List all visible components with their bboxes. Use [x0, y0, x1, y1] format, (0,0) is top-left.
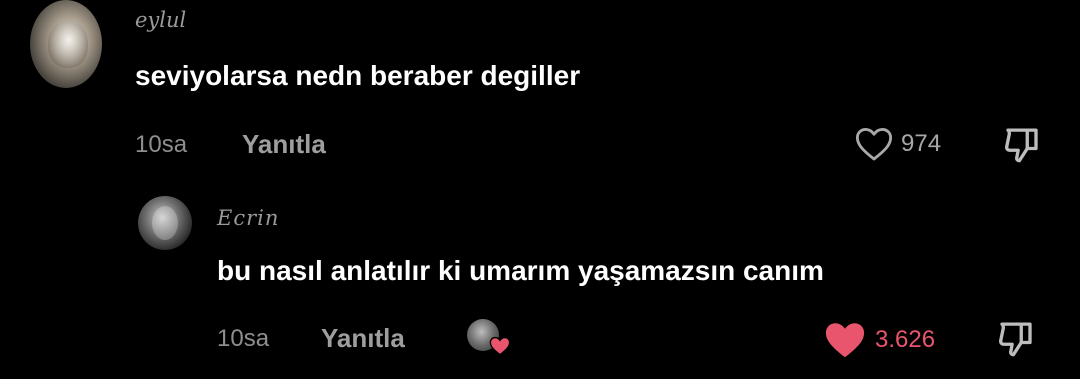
heart-outline-icon — [855, 128, 893, 161]
reply-like-count: 3.626 — [875, 326, 936, 353]
comment-text: seviyolarsa nedn beraber degiller — [135, 60, 581, 91]
like-count: 974 — [901, 130, 942, 157]
comment-username[interactable]: eylul — [135, 8, 186, 32]
comment-timestamp: 10sa — [135, 131, 188, 158]
reply-text: bu nasıl anlatılır ki umarım yaşamazsın … — [217, 255, 824, 286]
reply-button[interactable]: Yanıtla — [242, 129, 326, 160]
liked-by-creator-badge — [467, 319, 513, 359]
avatar[interactable] — [30, 0, 102, 88]
thumbs-down-icon[interactable] — [995, 318, 1037, 360]
like-button[interactable]: 974 — [855, 126, 941, 162]
reply-timestamp: 10sa — [217, 325, 270, 352]
comment-thread: eylul seviyolarsa nedn beraber degiller … — [0, 0, 1080, 379]
reply-avatar[interactable] — [138, 196, 192, 250]
small-heart-icon — [489, 336, 511, 356]
reply-reply-button[interactable]: Yanıtla — [321, 323, 405, 354]
thumbs-down-icon[interactable] — [1001, 124, 1043, 166]
reply-like-button[interactable]: 3.626 — [823, 320, 935, 360]
reply-username[interactable]: Ecrin — [217, 206, 279, 230]
heart-filled-icon — [825, 323, 865, 358]
